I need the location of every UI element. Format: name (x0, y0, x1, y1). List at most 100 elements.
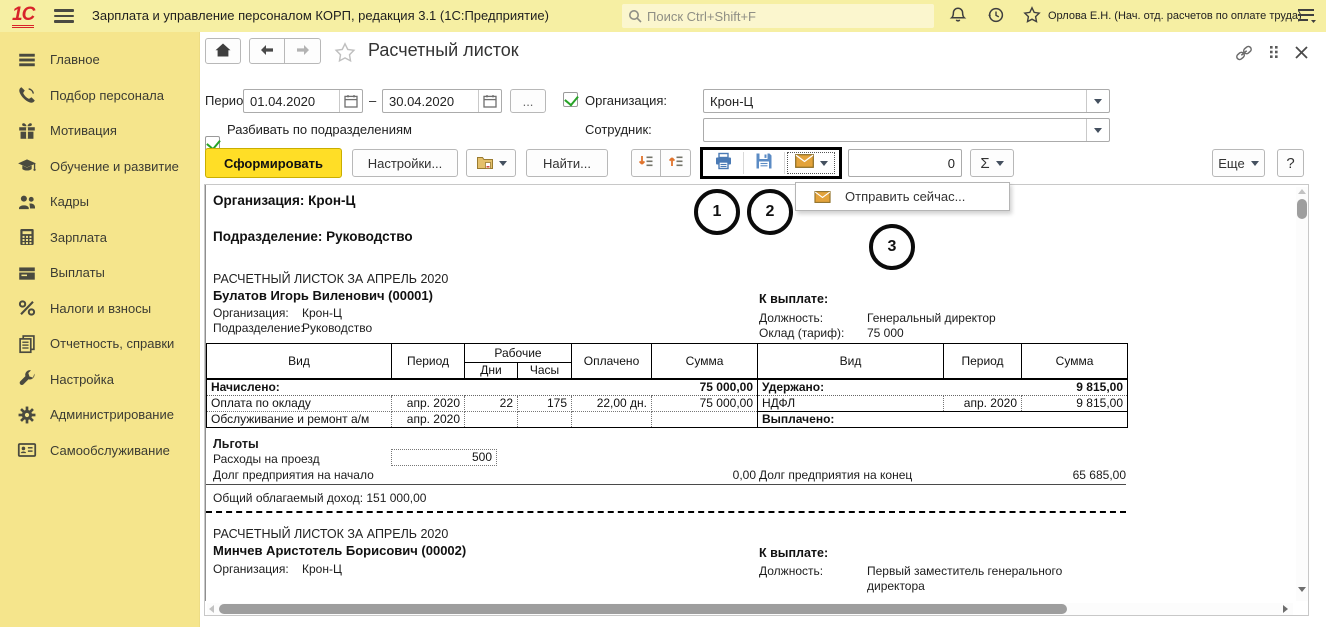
horizontal-scrollbar[interactable] (207, 603, 1293, 615)
favorite-star-icon[interactable] (334, 42, 356, 68)
vertical-scrollbar-thumb[interactable] (1297, 199, 1307, 219)
sidebar-item-obuchenie[interactable]: Обучение и развитие (0, 149, 199, 185)
organization-label: Организация: (585, 93, 667, 108)
global-search[interactable] (622, 4, 934, 28)
forward-button[interactable] (285, 38, 321, 64)
counter-value: 0 (849, 156, 961, 171)
col-header-work: Рабочие (465, 344, 572, 363)
favorites-star-icon[interactable] (1022, 5, 1044, 27)
service-menu-icon[interactable] (1297, 8, 1317, 24)
collapse-groups-button[interactable] (631, 149, 661, 177)
payslip1-dept-value: Руководство (302, 321, 372, 335)
withheld-sum: 9 815,00 (1022, 379, 1128, 396)
employee-combo[interactable] (703, 118, 1110, 142)
sidebar-item-motivacia[interactable]: Мотивация (0, 113, 199, 149)
sidebar-item-podbor[interactable]: Подбор персонала (0, 78, 199, 114)
sidebar-item-zarplata[interactable]: Зарплата (0, 220, 199, 256)
chevron-down-icon (1251, 161, 1259, 166)
gear-icon (17, 405, 37, 425)
date-from-field[interactable]: 01.04.2020 (243, 89, 363, 113)
payslip1-position-label: Должность: (759, 311, 823, 325)
home-button[interactable] (205, 38, 241, 64)
sidebar-item-label: Выплаты (50, 265, 105, 280)
table-row: Оплата по окладу апр. 2020 22 175 22,00 … (207, 396, 1128, 412)
print-button[interactable] (703, 150, 743, 176)
scroll-down-arrow-icon[interactable] (1298, 587, 1306, 592)
home-icon (214, 42, 232, 61)
calendar-icon[interactable] (339, 90, 362, 112)
col-header-hours: Часы (518, 363, 572, 380)
accrued-sum: 75 000,00 (652, 379, 758, 396)
back-arrow-icon (259, 44, 275, 59)
sum-button[interactable]: Σ (970, 149, 1014, 177)
sidebar-item-kadry[interactable]: Кадры (0, 184, 199, 220)
horizontal-scrollbar-thumb[interactable] (219, 604, 1067, 614)
people-icon (17, 192, 37, 212)
table-row: Обслуживание и ремонт а/м апр. 2020 Выпл… (207, 412, 1128, 428)
save-button[interactable] (744, 150, 784, 176)
date-to-field[interactable]: 30.04.2020 (382, 89, 502, 113)
search-input[interactable] (647, 9, 928, 24)
documents-icon (17, 334, 37, 354)
sidebar-item-nastroyka[interactable]: Настройка (0, 362, 199, 398)
generate-button[interactable]: Сформировать (205, 148, 342, 178)
sidebar-item-label: Администрирование (50, 407, 174, 422)
scroll-left-arrow-icon[interactable] (209, 605, 214, 613)
col-header-kind: Вид (207, 344, 392, 380)
debt-row-underline (206, 484, 1126, 485)
settings-button[interactable]: Настройки... (352, 149, 458, 177)
counter-field[interactable]: 0 (848, 149, 962, 177)
expand-groups-button[interactable] (661, 149, 691, 177)
print-icon (714, 152, 733, 175)
find-button[interactable]: Найти... (526, 149, 608, 177)
calendar-icon[interactable] (478, 90, 501, 112)
payslip2-position-label: Должность: (759, 564, 823, 578)
payslip2-org-label: Организация: (213, 562, 289, 576)
id-card-icon (17, 440, 37, 460)
back-button[interactable] (249, 38, 285, 64)
employee-label: Сотрудник: (585, 122, 652, 137)
scroll-up-arrow-icon[interactable] (1298, 189, 1306, 194)
app-title: Зарплата и управление персоналом КОРП, р… (92, 0, 549, 32)
notifications-bell-icon[interactable] (948, 5, 970, 27)
split-by-departments-label: Разбивать по подразделениям (227, 122, 412, 137)
chevron-down-icon[interactable] (1086, 90, 1109, 112)
scroll-right-arrow-icon[interactable] (1283, 605, 1288, 613)
organization-checkbox[interactable] (563, 92, 578, 107)
main-menu-icon[interactable] (54, 9, 74, 23)
envelope-icon (795, 154, 814, 173)
sidebar-item-administrirovanie[interactable]: Администрирование (0, 397, 199, 433)
more-button[interactable]: Еще (1212, 149, 1265, 177)
history-icon[interactable] (986, 5, 1008, 27)
paid-label: Выплачено: (758, 412, 1128, 428)
help-button[interactable]: ? (1277, 149, 1304, 177)
more-actions-icon[interactable] (1268, 44, 1280, 65)
vertical-scrollbar[interactable] (1296, 187, 1308, 601)
1c-logo: 1С (12, 4, 34, 28)
chevron-down-icon[interactable] (1086, 119, 1109, 141)
sidebar-item-otchetnost[interactable]: Отчетность, справки (0, 326, 199, 362)
sidebar-item-label: Настройка (50, 372, 114, 387)
organization-combo[interactable]: Крон-Ц (703, 89, 1110, 113)
forward-arrow-icon (295, 44, 311, 59)
payslip1-title: РАСЧЕТНЫЙ ЛИСТОК ЗА АПРЕЛЬ 2020 (213, 272, 448, 286)
payslip1-org-label: Организация: (213, 306, 289, 320)
cell: апр. 2020 (392, 412, 465, 428)
sidebar-item-samoobsluzhivanie[interactable]: Самообслуживание (0, 433, 199, 469)
get-link-icon[interactable] (1234, 44, 1254, 67)
current-user[interactable]: Орлова Е.Н. (Нач. отд. расчетов по оплат… (1048, 0, 1302, 32)
col-header-kind2: Вид (758, 344, 944, 380)
payslip2-title: РАСЧЕТНЫЙ ЛИСТОК ЗА АПРЕЛЬ 2020 (213, 527, 448, 541)
sidebar-item-nalogi[interactable]: Налоги и взносы (0, 291, 199, 327)
sidebar-item-label: Самообслуживание (50, 443, 170, 458)
cell (465, 412, 518, 428)
report-variants-button[interactable] (466, 149, 516, 177)
close-icon[interactable] (1294, 45, 1309, 65)
cell: 22 (465, 396, 518, 412)
menu-item-send-now[interactable]: Отправить сейчас... (845, 189, 965, 204)
send-email-button[interactable] (785, 150, 837, 176)
period-variants-button[interactable]: ... (510, 89, 546, 113)
sidebar-item-glavnoe[interactable]: Главное (0, 42, 199, 78)
sidebar-item-vyplaty[interactable]: Выплаты (0, 255, 199, 291)
debt-start-value: 0,00 (625, 468, 756, 482)
